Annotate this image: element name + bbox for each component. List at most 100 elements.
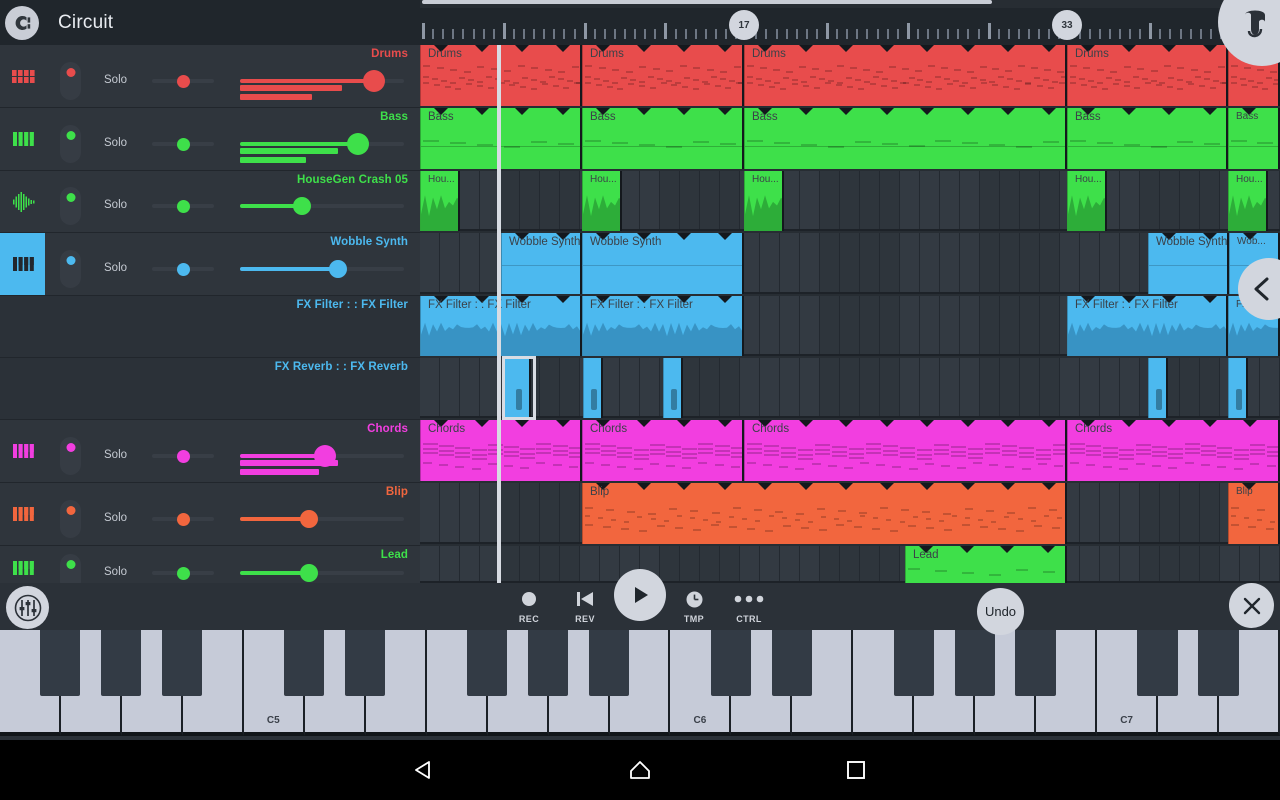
grid-cell[interactable] <box>720 358 740 416</box>
grid-cell[interactable] <box>840 358 860 416</box>
grid-cell[interactable] <box>460 546 480 581</box>
grid-cell[interactable] <box>560 171 580 229</box>
grid-cell[interactable] <box>1100 233 1120 292</box>
track-row[interactable]: Bass Solo <box>0 108 420 171</box>
circuit-logo-icon[interactable] <box>5 5 39 40</box>
track-mute-toggle[interactable] <box>60 125 81 163</box>
grid-cell[interactable] <box>880 233 900 292</box>
mixer-sliders-icon[interactable] <box>6 586 49 629</box>
pan-slider-knob[interactable] <box>176 262 190 276</box>
grid-cell[interactable] <box>800 233 820 292</box>
grid-cell[interactable] <box>760 546 780 581</box>
grid-cell[interactable] <box>800 358 820 416</box>
grid-cell[interactable] <box>1120 171 1140 229</box>
grid-cell[interactable] <box>1120 546 1140 581</box>
grid-cell[interactable] <box>900 233 920 292</box>
playlist-panel[interactable]: 1733 DrumsDrumsDrumsDrumsDrumsBassBassBa… <box>420 0 1280 583</box>
grid-cell[interactable] <box>680 546 700 581</box>
grid-cell[interactable] <box>1200 483 1220 542</box>
pan-slider-knob[interactable] <box>176 449 190 463</box>
grid-cell[interactable] <box>1160 171 1180 229</box>
home-icon[interactable] <box>600 740 680 800</box>
grid-cell[interactable] <box>1100 546 1120 581</box>
pan-slider[interactable] <box>152 262 214 276</box>
volume-slider-knob[interactable] <box>293 197 312 215</box>
volume-slider[interactable] <box>240 133 404 155</box>
solo-button[interactable]: Solo <box>104 566 127 578</box>
grid-cell[interactable] <box>820 233 840 292</box>
grid-cell[interactable] <box>1020 296 1040 354</box>
grid-cell[interactable] <box>580 546 600 581</box>
piano-black-key[interactable] <box>1198 630 1239 696</box>
grid-cell[interactable] <box>1140 171 1160 229</box>
grid-cell[interactable] <box>760 358 780 416</box>
grid-cell[interactable] <box>1040 358 1060 416</box>
grid-cell[interactable] <box>720 546 740 581</box>
grid-cell[interactable] <box>980 171 1000 229</box>
solo-button[interactable]: Solo <box>104 262 127 274</box>
grid-cell[interactable] <box>880 171 900 229</box>
grid-cell[interactable] <box>560 358 580 416</box>
track-mute-toggle[interactable] <box>60 554 81 583</box>
grid-cell[interactable] <box>460 358 480 416</box>
playlist-clip[interactable]: FX Filter : : FX Filter <box>582 296 744 356</box>
grid-cell[interactable] <box>420 483 440 542</box>
volume-slider-knob[interactable] <box>347 133 370 155</box>
grid-cell[interactable] <box>520 171 540 229</box>
grid-cell[interactable] <box>960 358 980 416</box>
playlist-clip[interactable]: Chords <box>420 420 582 481</box>
grid-cell[interactable] <box>860 171 880 229</box>
pan-slider[interactable] <box>152 137 214 151</box>
grid-cell[interactable] <box>500 171 520 229</box>
volume-slider[interactable] <box>240 70 404 92</box>
grid-cell[interactable] <box>960 171 980 229</box>
grid-cell[interactable] <box>880 358 900 416</box>
grid-cell[interactable] <box>800 171 820 229</box>
rev-button[interactable]: REV <box>561 588 609 624</box>
grid-cell[interactable] <box>1220 546 1240 581</box>
track-instrument-button[interactable] <box>0 483 45 545</box>
grid-cell[interactable] <box>1120 233 1140 292</box>
grid-cell[interactable] <box>1120 483 1140 542</box>
grid-cell[interactable] <box>920 171 940 229</box>
grid-cell[interactable] <box>520 546 540 581</box>
grid-cell[interactable] <box>1000 233 1020 292</box>
grid-cell[interactable] <box>820 358 840 416</box>
grid-cell[interactable] <box>780 358 800 416</box>
grid-cell[interactable] <box>900 296 920 354</box>
volume-slider[interactable] <box>240 445 404 467</box>
grid-cell[interactable] <box>1080 483 1100 542</box>
grid-cell[interactable] <box>560 483 580 542</box>
grid-cell[interactable] <box>900 358 920 416</box>
playlist-clip[interactable] <box>663 358 683 418</box>
volume-slider[interactable] <box>240 564 404 582</box>
track-mute-toggle[interactable] <box>60 62 81 100</box>
grid-cell[interactable] <box>960 296 980 354</box>
grid-cell[interactable] <box>900 171 920 229</box>
grid-cell[interactable] <box>1060 358 1080 416</box>
grid-cell[interactable] <box>820 546 840 581</box>
piano-black-key[interactable] <box>588 630 630 696</box>
grid-cell[interactable] <box>620 358 640 416</box>
grid-cell[interactable] <box>540 546 560 581</box>
playlist-track-row[interactable]: Wobble Synth Wobble Synth Wobble Synth Wob.… <box>420 233 1280 294</box>
grid-cell[interactable] <box>740 358 760 416</box>
grid-cell[interactable] <box>920 233 940 292</box>
bar-number-marker[interactable]: 33 <box>1052 10 1082 40</box>
solo-button[interactable]: Solo <box>104 199 127 211</box>
playlist-clip[interactable]: FX Filter : : FX Filter <box>420 296 582 356</box>
piano-black-key[interactable] <box>40 630 81 696</box>
playlist-clip[interactable] <box>1148 358 1168 418</box>
grid-cell[interactable] <box>800 546 820 581</box>
grid-cell[interactable] <box>680 358 700 416</box>
playlist-track-row[interactable]: Blip Blip <box>420 483 1280 544</box>
pan-slider-knob[interactable] <box>176 137 190 151</box>
grid-cell[interactable] <box>920 358 940 416</box>
volume-slider[interactable] <box>240 260 404 278</box>
track-mute-toggle[interactable] <box>60 437 81 475</box>
playhead[interactable] <box>497 45 501 583</box>
pan-slider-knob[interactable] <box>176 74 190 88</box>
grid-cell[interactable] <box>840 546 860 581</box>
grid-cell[interactable] <box>980 233 1000 292</box>
grid-cell[interactable] <box>880 546 900 581</box>
